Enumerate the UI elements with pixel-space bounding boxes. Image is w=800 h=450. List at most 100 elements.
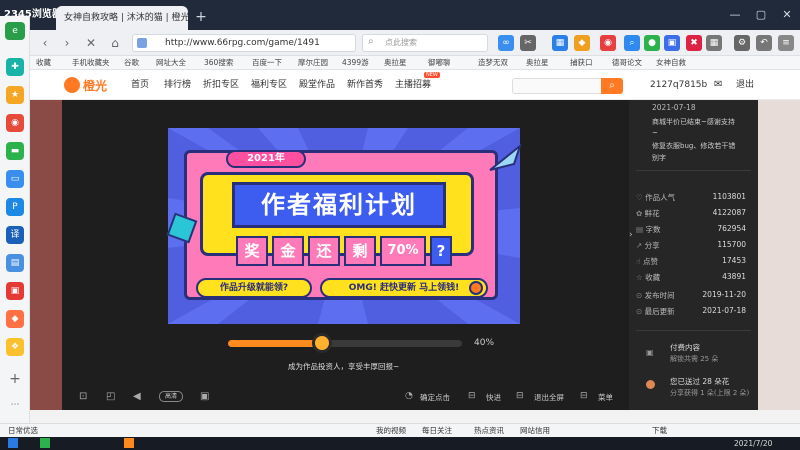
update-line: ~ — [652, 129, 658, 137]
stat-label: 作品人气 — [645, 193, 676, 202]
control-confirm[interactable]: 确定点击 — [420, 392, 450, 403]
nav-ranking[interactable]: 排行榜 — [164, 76, 191, 94]
nav-hall[interactable]: 殿堂作品 — [299, 76, 335, 94]
forward-icon[interactable]: › — [58, 33, 76, 53]
add-app-icon[interactable]: + — [6, 370, 24, 388]
home-icon[interactable]: ⌂ — [106, 33, 124, 53]
stat-label: 最后更新 — [644, 307, 675, 316]
bookmark-item[interactable]: 德哥论文 — [612, 56, 642, 70]
apps-icon[interactable]: ▦ — [706, 35, 722, 51]
control-menu[interactable]: 菜单 — [598, 392, 613, 403]
game-app-icon[interactable]: ◆ — [6, 310, 24, 328]
weibo-icon[interactable]: ◉ — [6, 114, 24, 132]
status-download[interactable]: 下载 — [652, 425, 667, 437]
poster-triangle-icon — [489, 144, 522, 171]
settings-gear-icon[interactable]: ⚙ — [734, 35, 750, 51]
progress-label: 40% — [474, 338, 495, 348]
doc-icon[interactable]: ▤ — [6, 254, 24, 272]
back-icon[interactable]: ‹ — [36, 33, 54, 53]
news-icon[interactable]: ▣ — [6, 282, 24, 300]
bookmark-item[interactable]: 网址大全 — [156, 56, 186, 70]
nav-streamer[interactable]: 主播招募 — [395, 76, 431, 94]
cut-icon[interactable]: ✂ — [520, 35, 536, 51]
wallet-icon[interactable]: ▭ — [6, 170, 24, 188]
nav-welfare[interactable]: 福利专区 — [251, 76, 287, 94]
star-icon[interactable]: ★ — [6, 86, 24, 104]
update-line: 修复衣服bug、修改若干错 — [652, 142, 736, 150]
search-tool-icon[interactable]: ⌕ — [624, 35, 640, 51]
undo-icon[interactable]: ↶ — [756, 35, 772, 51]
logout-link[interactable]: 退出 — [736, 76, 754, 94]
stat-row: ♡ 作品人气 1103801 — [636, 192, 746, 202]
bookmark-item[interactable]: 收藏 — [36, 56, 51, 70]
gallery-icon[interactable]: ▣ — [200, 391, 209, 402]
screenshot-icon[interactable]: ◰ — [106, 391, 115, 402]
site-search-icon[interactable]: ⌕ — [601, 78, 623, 94]
status-hot-news[interactable]: 热点资讯 — [474, 425, 504, 437]
translate-app-icon[interactable]: 译 — [6, 226, 24, 244]
new-tab-button[interactable]: + — [192, 8, 210, 26]
stat-label: 分享 — [644, 241, 660, 250]
chat-icon[interactable]: ● — [644, 35, 660, 51]
nav-discount[interactable]: 折扣专区 — [203, 76, 239, 94]
taskbar-app-icon[interactable] — [40, 438, 50, 448]
control-exit-fullscreen[interactable]: 退出全屏 — [534, 392, 564, 403]
status-my-video[interactable]: 我的视频 — [376, 425, 406, 437]
gift-icon[interactable]: ❖ — [6, 338, 24, 356]
flowers-sub: 分享获得 1 朵(上限 2 朵) — [670, 389, 750, 397]
menu-icon[interactable]: ≡ — [778, 35, 794, 51]
stop-icon[interactable]: ✕ — [82, 33, 100, 53]
mail-icon[interactable]: ▬ — [6, 142, 24, 160]
status-daily[interactable]: 每日关注 — [422, 425, 452, 437]
bookmark-item[interactable]: 谷歌 — [124, 56, 139, 70]
fullscreen-toggle-icon[interactable]: ⊡ — [79, 391, 87, 402]
progress-handle[interactable] — [312, 333, 332, 353]
url-input[interactable]: http://www.66rpg.com/game/1491 — [132, 34, 356, 52]
stat-value: 4122087 — [712, 208, 746, 217]
bookmark-item[interactable]: 造梦无双 — [478, 56, 508, 70]
message-icon[interactable]: ✉ — [714, 76, 722, 94]
status-site-credit[interactable]: 网站信用 — [520, 425, 550, 437]
bookmark-item[interactable]: 奥拉星 — [526, 56, 549, 70]
plus-app-icon[interactable]: ✚ — [6, 58, 24, 76]
taskbar-app-icon[interactable] — [124, 438, 134, 448]
shield-icon[interactable]: ◆ — [574, 35, 590, 51]
bookmark-item[interactable]: 御嘟聊 — [428, 56, 451, 70]
search-icon: ⌕ — [368, 36, 374, 47]
bookmark-item[interactable]: 女神自救 — [656, 56, 686, 70]
status-left[interactable]: 日常优选 — [8, 425, 38, 437]
bookmark-item[interactable]: 百度一下 — [252, 56, 282, 70]
volume-icon[interactable]: ◀ — [133, 391, 141, 402]
tab-active[interactable]: 女神自救攻略 | 沐沐的猫 | 橙光 — [56, 6, 188, 30]
more-icon[interactable]: ⋯ — [6, 396, 24, 414]
bookmark-item[interactable]: 奥拉星 — [384, 56, 407, 70]
quality-button[interactable]: 高清 — [159, 391, 183, 402]
control-fastforward[interactable]: 快进 — [486, 392, 501, 403]
user-name[interactable]: 2127q7815b — [650, 76, 707, 94]
search-input[interactable]: 点此搜索 — [362, 34, 488, 52]
poster-char: 奖 — [236, 236, 268, 266]
translate-icon[interactable]: ∞ — [498, 35, 514, 51]
minimize-icon[interactable]: — — [724, 6, 746, 24]
bookmark-item[interactable]: 360搜索 — [204, 56, 233, 70]
bookmark-item[interactable]: 手机收藏夹 — [72, 56, 110, 70]
site-logo[interactable]: 橙光 — [64, 76, 107, 94]
site-search-input[interactable] — [512, 78, 606, 94]
game-icon[interactable]: ◉ — [600, 35, 616, 51]
p-app-icon[interactable]: P — [6, 198, 24, 216]
nav-home[interactable]: 首页 — [131, 76, 149, 94]
tools-icon[interactable]: ✖ — [686, 35, 702, 51]
bookmark-item[interactable]: 4399游 — [342, 56, 369, 70]
start-icon[interactable] — [8, 438, 18, 448]
screen-icon[interactable]: ▣ — [664, 35, 680, 51]
poster-char: 还 — [308, 236, 340, 266]
player-caption: 成为作品投资人，享受丰厚回报~ — [288, 362, 400, 371]
maximize-icon[interactable]: ▢ — [750, 6, 772, 24]
bookmark-item[interactable]: 摩尔庄园 — [298, 56, 328, 70]
bookmark-item[interactable]: 捕获口 — [570, 56, 593, 70]
extension-icon[interactable]: ▦ — [552, 35, 568, 51]
nav-new[interactable]: 新作首秀 — [347, 76, 383, 94]
browser-badge-icon[interactable]: e — [5, 22, 25, 40]
close-window-icon[interactable]: ✕ — [776, 6, 798, 24]
paid-title[interactable]: 付费内容 — [670, 342, 700, 353]
